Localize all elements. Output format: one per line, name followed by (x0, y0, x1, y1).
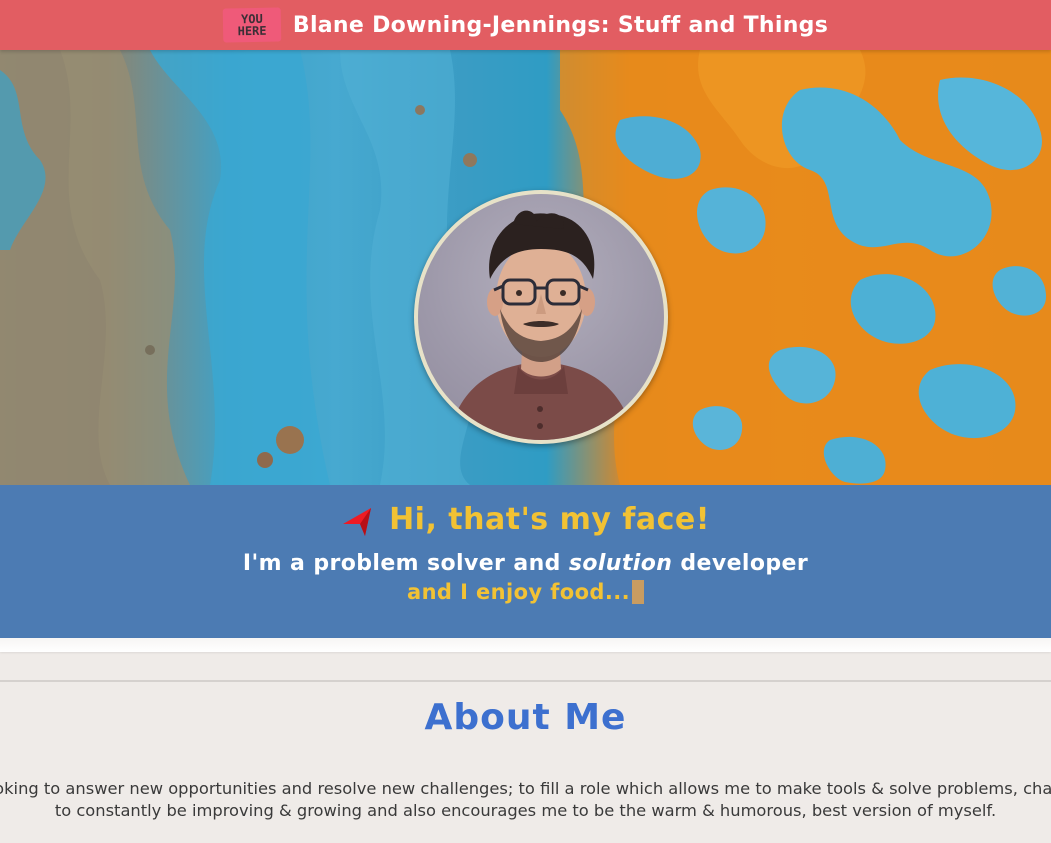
about-line-2: to constantly be improving & growing and… (54, 801, 997, 820)
about-heading: About Me (424, 697, 627, 738)
typing-cursor-icon (631, 580, 644, 604)
page: YOU HERE Blane Downing-Jennings: Stuff a… (0, 0, 1051, 843)
profile-photo-frame (414, 190, 668, 444)
top-header: YOU HERE Blane Downing-Jennings: Stuff a… (0, 0, 1051, 50)
profile-photo (418, 194, 664, 440)
greeting-row: Hi, that's my face! (0, 497, 1051, 541)
typing-subtext: and I enjoy food... (0, 580, 1051, 604)
tagline-after: developer (672, 551, 809, 576)
band-bottom-edge (0, 638, 1051, 652)
site-title[interactable]: Blane Downing-Jennings: Stuff and Things (293, 13, 828, 38)
tagline-before: I'm a problem solver and (242, 551, 569, 576)
you-are-here-logo-icon[interactable]: YOU HERE (222, 7, 282, 43)
section-divider (0, 680, 1051, 682)
greeting-text: Hi, that's my face! (389, 501, 710, 537)
tagline-emphasis: solution (568, 551, 673, 576)
about-line-1: oking to answer new opportunities and re… (0, 779, 1051, 798)
tagline: I'm a problem solver and solution develo… (0, 551, 1051, 576)
person-portrait-icon (448, 210, 634, 440)
red-cursor-arrow-icon (343, 508, 372, 536)
logo-line2: HERE (237, 23, 267, 39)
hero-banner (0, 50, 1051, 485)
about-paragraph: oking to answer new opportunities and re… (0, 778, 1051, 822)
typing-text: and I enjoy food... (407, 580, 630, 604)
